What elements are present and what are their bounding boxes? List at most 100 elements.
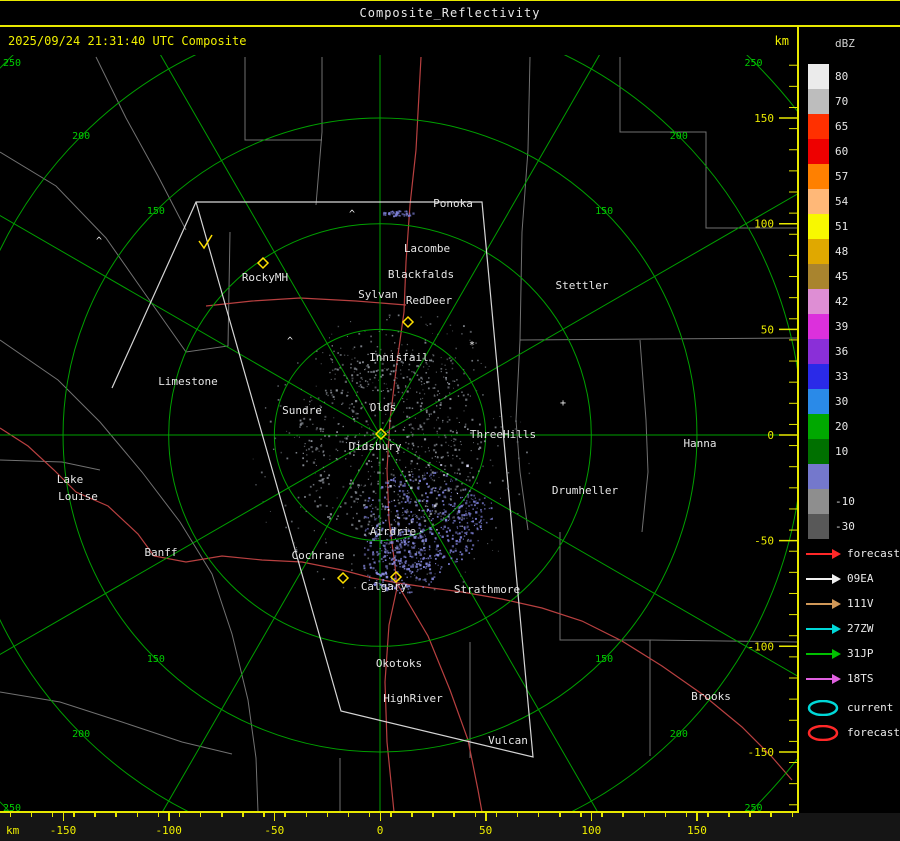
legend-item-forecast: forecast xyxy=(804,545,900,562)
colorbar-swatch-10 xyxy=(808,439,829,464)
legend-item-27ZW: 27ZW xyxy=(804,620,874,637)
colorbar-swatch-36 xyxy=(808,339,829,364)
bottom-axis-minor-tick xyxy=(559,813,561,817)
legend-arrow-icon xyxy=(806,548,841,559)
svg-text:200: 200 xyxy=(72,729,90,740)
place-label: Limestone xyxy=(158,375,218,388)
colorbar-swatch-48 xyxy=(808,239,829,264)
bottom-axis-minor-tick xyxy=(221,813,223,817)
bottom-axis-tick-label: -50 xyxy=(264,824,285,837)
colorbar-value-label: 60 xyxy=(835,145,849,158)
place-label: Stettler xyxy=(556,279,609,292)
place-label: Louise xyxy=(58,490,98,503)
bottom-axis-minor-tick xyxy=(495,813,498,817)
place-label: Cochrane xyxy=(292,549,345,562)
colorbar-swatch-20 xyxy=(808,414,829,439)
place-label: ThreeHills xyxy=(470,428,536,441)
colorbar-swatch--10 xyxy=(808,489,829,514)
bottom-axis-minor-tick xyxy=(685,813,688,817)
svg-text:150: 150 xyxy=(595,206,613,217)
colorbar-swatch--30 xyxy=(808,514,829,539)
window-title: Composite_Reflectivity xyxy=(359,6,541,20)
colorbar: 80 70 65 60 57 54 51 48 45 42 39 36 33 30 20 10 -10 -30 xyxy=(799,64,900,544)
bottom-axis-tick xyxy=(485,813,487,821)
colorbar-swatch-39 xyxy=(808,314,829,339)
legend-arrow-icon xyxy=(806,623,841,634)
legend-item-label: 27ZW xyxy=(847,622,874,635)
info-bar: 2025/09/24 21:31:40 UTC Composite km xyxy=(0,27,797,55)
bottom-axis-minor-tick xyxy=(453,813,455,817)
colorbar-value-label: 42 xyxy=(835,295,849,308)
legend-item-label: 111V xyxy=(847,597,874,610)
bottom-axis-minor-tick xyxy=(580,813,582,817)
colorbar-swatch-60 xyxy=(808,139,829,164)
bottom-axis-tick xyxy=(273,813,276,821)
bottom-axis-tick xyxy=(590,813,593,821)
right-axis-tick-label: 150 xyxy=(754,112,774,125)
place-label: Lacombe xyxy=(404,242,450,255)
colorbar-value-label: 65 xyxy=(835,120,849,133)
colorbar-swatch-54 xyxy=(808,189,829,214)
bottom-axis-minor-tick xyxy=(115,813,117,817)
bottom-axis-minor-tick xyxy=(643,813,646,817)
point-marker-icon: ^ xyxy=(349,209,355,220)
place-label: Hanna xyxy=(683,437,716,450)
right-axis-tick-label: 100 xyxy=(754,218,774,231)
title-bar: Composite_Reflectivity xyxy=(0,0,900,27)
bottom-axis-minor-tick xyxy=(622,813,624,817)
legend-item-18TS: 18TS xyxy=(804,670,874,687)
bottom-axis-minor-tick xyxy=(791,813,794,817)
bottom-axis-tick-label: 100 xyxy=(581,824,602,837)
timestamp: 2025/09/24 21:31:40 UTC Composite xyxy=(8,34,247,48)
svg-text:150: 150 xyxy=(595,654,613,665)
place-label: Ponoka xyxy=(433,197,473,210)
point-marker-icon: ^ xyxy=(287,336,293,347)
place-label: Didsbury xyxy=(349,440,402,453)
colorbar-value-label: 70 xyxy=(835,95,849,108)
colorbar-value-label: -10 xyxy=(835,495,855,508)
legend-item-31JP: 31JP xyxy=(804,645,874,662)
bottom-axis-minor-tick xyxy=(30,813,33,817)
point-marker-icon: ^ xyxy=(96,236,102,247)
bottom-axis-minor-tick xyxy=(9,813,12,817)
svg-text:150: 150 xyxy=(147,206,165,217)
colorbar-swatch-blank xyxy=(808,464,829,489)
place-label: Brooks xyxy=(691,690,731,703)
legend-item-label: 09EA xyxy=(847,572,874,585)
place-label: Vulcan xyxy=(488,734,528,747)
place-label: Calgary xyxy=(361,580,408,593)
svg-text:200: 200 xyxy=(670,131,688,142)
colorbar-value-label: 54 xyxy=(835,195,849,208)
right-axis-tick-label: 0 xyxy=(767,429,774,442)
legend-item-forecast: forecast xyxy=(804,724,900,741)
place-label: Sylvan xyxy=(358,288,398,301)
colorbar-value-label: 20 xyxy=(835,420,849,433)
bottom-axis-minor-tick xyxy=(157,813,160,817)
radar-map-viewport[interactable]: 150200250150200250150200250150200250Pono… xyxy=(0,55,798,812)
place-label: RockyMH xyxy=(242,271,288,284)
bottom-axis-tick-label: -100 xyxy=(155,824,182,837)
place-label: Banff xyxy=(144,546,177,559)
svg-text:250: 250 xyxy=(744,58,762,69)
colorbar-value-label: 57 xyxy=(835,170,849,183)
place-label: Drumheller xyxy=(552,484,619,497)
side-panel: dBZ 80 70 65 60 57 54 51 48 45 42 39 36 33 30 20 10 -10 -… xyxy=(799,27,900,811)
bottom-axis-minor-tick xyxy=(326,813,329,817)
bottom-axis-tick-label: -150 xyxy=(49,824,77,837)
bottom-axis-minor-tick xyxy=(51,813,54,817)
legend-arrow-icon xyxy=(806,573,841,584)
place-label: Strathmore xyxy=(454,583,520,596)
bottom-axis-minor-tick xyxy=(601,813,603,817)
bottom-axis-minor-tick xyxy=(178,813,181,817)
svg-text:150: 150 xyxy=(147,654,165,665)
svg-text:250: 250 xyxy=(3,58,21,69)
colorbar-swatch-33 xyxy=(808,364,829,389)
radar-site-diamond-icon xyxy=(401,315,415,329)
colorbar-value-label: 45 xyxy=(835,270,849,283)
legend-item-label: forecast xyxy=(847,547,900,560)
legend-ellipse-icon xyxy=(807,724,839,741)
place-label: RedDeer xyxy=(406,294,453,307)
colorbar-swatch-80 xyxy=(808,64,829,89)
place-label: Lake xyxy=(57,473,84,486)
bottom-axis-minor-tick xyxy=(707,813,709,817)
